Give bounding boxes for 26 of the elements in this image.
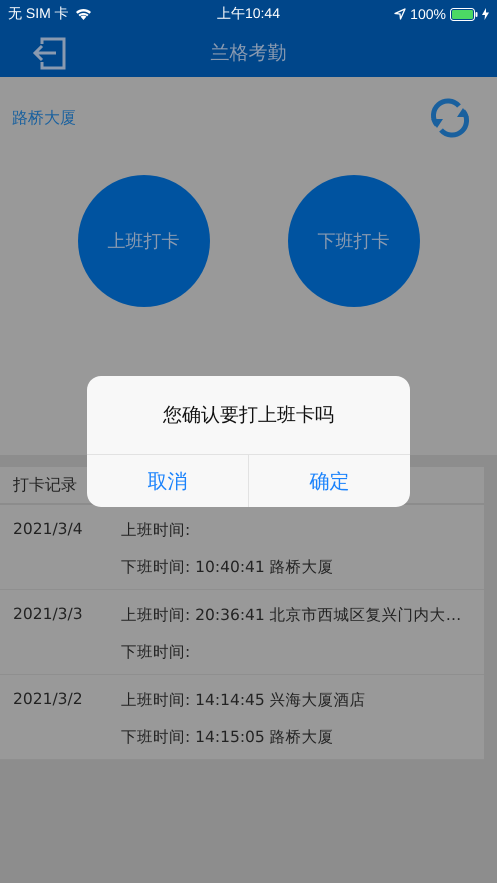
records-heading: 打卡记录 [13,474,77,496]
charging-bolt-icon [482,8,489,20]
wifi-icon [74,8,92,20]
dialog-button[interactable]: 取消 [87,455,248,507]
record-time: 下班时间: 10:40:41 路桥大厦 [121,557,334,578]
location-label: 路桥大厦 [12,108,76,128]
record-date: 2021/3/4 [12,519,84,540]
refresh-icon[interactable] [429,97,471,139]
punch-button[interactable]: 下班打卡 [288,175,420,307]
record-time: 下班时间: [121,642,192,663]
record-time: 上班时间: 20:36:41 北京市西城区复兴门内大… [121,605,462,626]
record-date: 2021/3/2 [12,689,84,710]
location-arrow-icon [394,8,406,20]
nav-title: 兰格考勤 [210,40,286,66]
record-time: 下班时间: 14:15:05 路桥大厦 [121,727,335,748]
logout-icon[interactable] [32,36,66,70]
clock: 上午10:44 [216,5,280,23]
dialog-button[interactable]: 确定 [248,455,410,507]
record-date: 2021/3/3 [12,604,84,625]
record-time: 上班时间: [121,520,192,541]
record-time: 上班时间: 14:14:45 兴海大厦酒店 [121,690,366,711]
dialog-message: 您确认要打上班卡吗 [163,403,334,428]
carrier-label: 无 SIM 卡 [8,5,69,23]
punch-button[interactable]: 上班打卡 [78,175,210,307]
battery-percent: 100% [410,6,446,22]
battery-icon [450,8,478,20]
